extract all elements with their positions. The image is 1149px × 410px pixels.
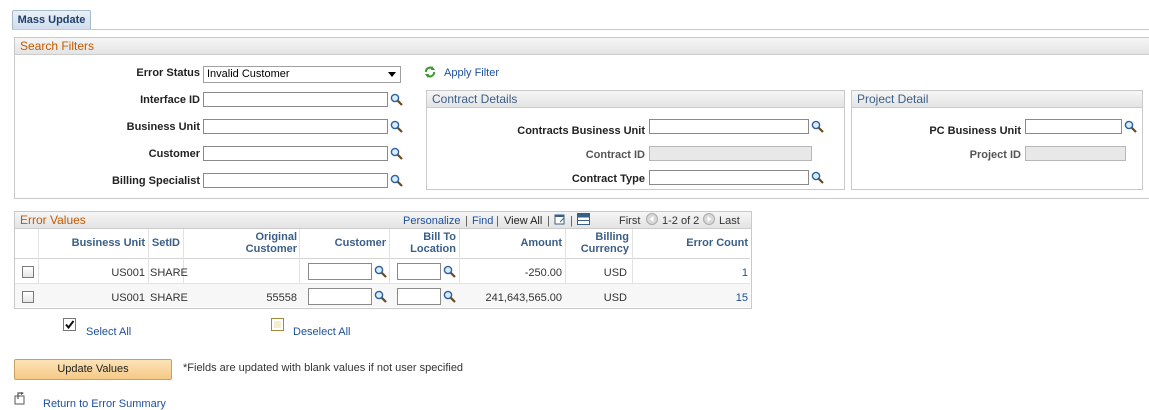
col-bill-to-location: Bill To Location (394, 231, 456, 255)
cell-setid: SHARE (150, 267, 188, 279)
contract-details-title: Contract Details (427, 91, 844, 108)
col-bill-to-line2: Location (410, 243, 456, 255)
lookup-icon[interactable] (390, 93, 403, 106)
cell-business-unit: US001 (111, 292, 145, 304)
project-detail-title: Project Detail (852, 91, 1142, 108)
unchecked-checkbox-icon[interactable] (271, 318, 284, 331)
col-billing-currency-line1: Billing (595, 231, 629, 243)
lookup-icon[interactable] (811, 120, 824, 133)
col-customer: Customer (334, 237, 386, 249)
billing-specialist-input[interactable] (203, 173, 388, 188)
col-billing-currency-line2: Currency (580, 243, 629, 255)
business-unit-label: Business Unit (126, 121, 200, 133)
project-id-input (1025, 146, 1126, 161)
contract-type-label: Contract Type (571, 173, 645, 185)
chevron-down-icon (388, 72, 396, 77)
error-status-label: Error Status (136, 67, 200, 79)
contracts-business-unit-label: Contracts Business Unit (517, 125, 645, 137)
pc-business-unit-input[interactable] (1025, 119, 1122, 134)
lookup-icon[interactable] (390, 147, 403, 160)
contract-id-label: Contract ID (585, 149, 645, 161)
interface-id-input[interactable] (203, 92, 388, 107)
col-business-unit: Business Unit (71, 237, 145, 249)
error-values-title: Error Values (15, 212, 751, 229)
find-link[interactable]: Find (472, 215, 493, 227)
pc-business-unit-label: PC Business Unit (929, 125, 1021, 137)
return-to-error-summary-link[interactable]: Return to Error Summary (43, 398, 166, 410)
customer-label: Customer (148, 148, 200, 160)
error-count-link[interactable]: 1 (650, 267, 748, 279)
col-billing-currency: Billing Currency (575, 231, 629, 255)
select-all-link[interactable]: Select All (86, 326, 131, 338)
col-original-customer-line1: Original (255, 231, 297, 243)
error-count-link[interactable]: 15 (650, 292, 748, 304)
lookup-icon[interactable] (443, 290, 456, 303)
cell-currency: USD (603, 267, 627, 279)
col-error-count: Error Count (686, 237, 748, 249)
refresh-icon[interactable] (424, 66, 436, 78)
col-amount: Amount (520, 237, 562, 249)
tab-mass-update[interactable]: Mass Update (12, 10, 91, 30)
customer-input[interactable] (308, 263, 372, 280)
cell-business-unit: US001 (111, 267, 145, 279)
lookup-icon[interactable] (390, 120, 403, 133)
lookup-icon[interactable] (390, 174, 403, 187)
error-values-title-text: Error Values (20, 213, 86, 227)
lookup-icon[interactable] (374, 290, 387, 303)
contract-id-input (649, 146, 812, 161)
bill-to-location-input[interactable] (397, 288, 441, 305)
col-setid: SetID (151, 237, 180, 249)
deselect-all-link[interactable]: Deselect All (293, 326, 350, 338)
col-bill-to-line1: Bill To (423, 231, 456, 243)
bill-to-location-input[interactable] (397, 263, 441, 280)
contracts-business-unit-input[interactable] (649, 119, 809, 134)
cell-amount: 241,643,565.00 (485, 292, 562, 304)
nav-separator: | (570, 215, 573, 227)
search-filters-title: Search Filters (15, 38, 1149, 55)
new-window-icon[interactable] (554, 213, 566, 225)
row-select-checkbox[interactable] (22, 266, 34, 278)
lookup-icon[interactable] (443, 265, 456, 278)
col-original-customer: Original Customer (220, 231, 297, 255)
col-original-customer-line2: Customer (245, 243, 297, 255)
billing-specialist-label: Billing Specialist (111, 175, 200, 187)
first-label: First (619, 215, 641, 227)
personalize-link[interactable]: Personalize (403, 215, 460, 227)
update-values-button[interactable]: Update Values (14, 359, 172, 380)
nav-separator: | (547, 215, 550, 227)
nav-separator: | (465, 215, 468, 227)
project-detail-group: Project Detail (851, 90, 1143, 190)
error-status-value: Invalid Customer (207, 68, 290, 80)
error-status-select[interactable]: Invalid Customer (203, 66, 401, 83)
update-note: *Fields are updated with blank values if… (183, 362, 464, 374)
last-label: Last (719, 215, 740, 227)
tab-divider (12, 29, 1149, 30)
nav-separator: | (496, 215, 499, 227)
customer-input[interactable] (308, 288, 372, 305)
lookup-icon[interactable] (374, 265, 387, 278)
cell-currency: USD (603, 292, 627, 304)
row-select-checkbox[interactable] (22, 291, 34, 303)
return-icon[interactable] (14, 392, 27, 405)
cell-original-customer: 55558 (266, 292, 297, 304)
customer-input[interactable] (203, 146, 388, 161)
contract-type-input[interactable] (649, 170, 809, 185)
row-range: 1-2 of 2 (662, 215, 700, 227)
prev-arrow-icon (646, 213, 658, 225)
lookup-icon[interactable] (811, 171, 824, 184)
grid-view-icon[interactable] (577, 213, 590, 225)
next-arrow-icon (703, 213, 715, 225)
interface-id-label: Interface ID (140, 94, 200, 106)
cell-setid: SHARE (150, 292, 188, 304)
business-unit-input[interactable] (203, 119, 388, 134)
cell-amount: -250.00 (524, 267, 562, 279)
project-id-label: Project ID (969, 149, 1021, 161)
apply-filter-link[interactable]: Apply Filter (444, 67, 499, 79)
lookup-icon[interactable] (1124, 120, 1137, 133)
view-all-link[interactable]: View All (504, 215, 542, 227)
checked-checkbox-icon[interactable] (63, 318, 76, 331)
